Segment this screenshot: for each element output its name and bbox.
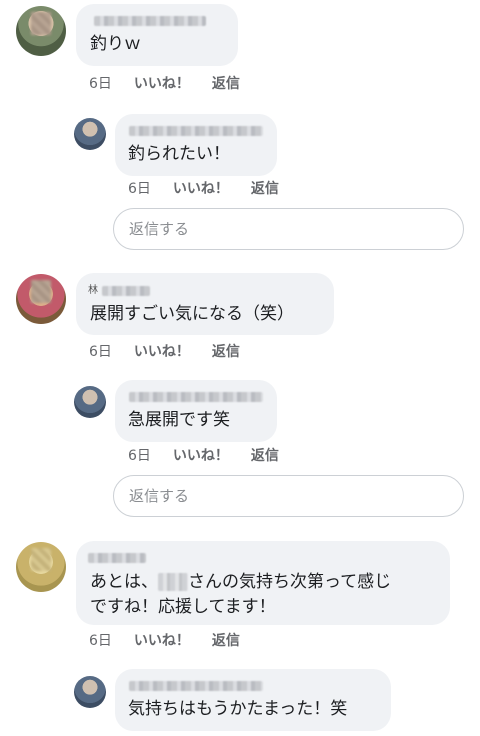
reply-avatar[interactable] xyxy=(74,676,106,708)
reply-avatar[interactable] xyxy=(74,386,106,418)
comment-bubble: 釣りｗ xyxy=(76,4,238,66)
comment-meta: 6日 いいね！ 返信 xyxy=(89,341,262,361)
commenter-avatar[interactable] xyxy=(16,274,66,324)
comment-text-part: さんの気持ち次第って感じ xyxy=(188,572,392,592)
reply-meta: 6日 いいね！ 返信 xyxy=(128,445,301,465)
like-link[interactable]: いいね！ xyxy=(173,181,229,197)
comment-time: 6日 xyxy=(89,76,112,92)
comment-text-line2: ですね！応援してます！ xyxy=(90,597,276,617)
comment-time: 6日 xyxy=(89,633,112,649)
like-link[interactable]: いいね！ xyxy=(173,448,229,464)
reply-bubble: 急展開です笑 xyxy=(115,380,277,442)
comment-meta: 6日 いいね！ 返信 xyxy=(89,630,262,650)
replier-name-redacted[interactable] xyxy=(129,392,263,402)
commenter-name-partial[interactable]: 林 xyxy=(88,285,98,297)
commenter-name-redacted[interactable] xyxy=(88,553,146,563)
comment-meta: 6日 いいね！ 返信 xyxy=(89,73,262,93)
reply-text: 急展開です笑 xyxy=(128,410,230,430)
like-link[interactable]: いいね！ xyxy=(134,633,190,649)
commenter-avatar[interactable] xyxy=(16,6,66,56)
reply-link[interactable]: 返信 xyxy=(251,181,279,197)
reply-link[interactable]: 返信 xyxy=(212,633,240,649)
reply-time: 6日 xyxy=(128,181,151,197)
reply-input[interactable]: 返信する xyxy=(113,208,464,250)
reply-bubble: 気持ちはもうかたまった！笑 xyxy=(115,669,391,731)
comment-text-part: あとは、 xyxy=(90,572,158,592)
replier-name-redacted[interactable] xyxy=(129,681,263,691)
replier-name-redacted[interactable] xyxy=(129,126,263,136)
comment-text-line1: あとは、 さんの気持ち次第って感じ xyxy=(90,570,391,595)
comment-bubble: あとは、 さんの気持ち次第って感じ ですね！応援してます！ xyxy=(76,541,450,625)
commenter-name-redacted[interactable] xyxy=(102,286,150,296)
comment-text: 釣りｗ xyxy=(90,34,141,54)
reply-avatar[interactable] xyxy=(74,118,106,150)
like-link[interactable]: いいね！ xyxy=(134,76,190,92)
comment-text: 展開すごい気になる（笑） xyxy=(90,304,294,324)
comment-bubble: 林 展開すごい気になる（笑） xyxy=(76,273,334,335)
commenter-avatar[interactable] xyxy=(16,542,66,592)
reply-time: 6日 xyxy=(128,448,151,464)
reply-meta: 6日 いいね！ 返信 xyxy=(128,178,301,198)
commenter-name-redacted[interactable] xyxy=(94,16,206,26)
reply-link[interactable]: 返信 xyxy=(212,344,240,360)
reply-bubble: 釣られたい！ xyxy=(115,114,277,176)
mentioned-name-redacted[interactable] xyxy=(158,573,188,591)
reply-link[interactable]: 返信 xyxy=(212,76,240,92)
reply-text: 気持ちはもうかたまった！笑 xyxy=(128,699,348,719)
like-link[interactable]: いいね！ xyxy=(134,344,190,360)
comment-time: 6日 xyxy=(89,344,112,360)
reply-input[interactable]: 返信する xyxy=(113,475,464,517)
reply-link[interactable]: 返信 xyxy=(251,448,279,464)
reply-text: 釣られたい！ xyxy=(128,144,230,164)
